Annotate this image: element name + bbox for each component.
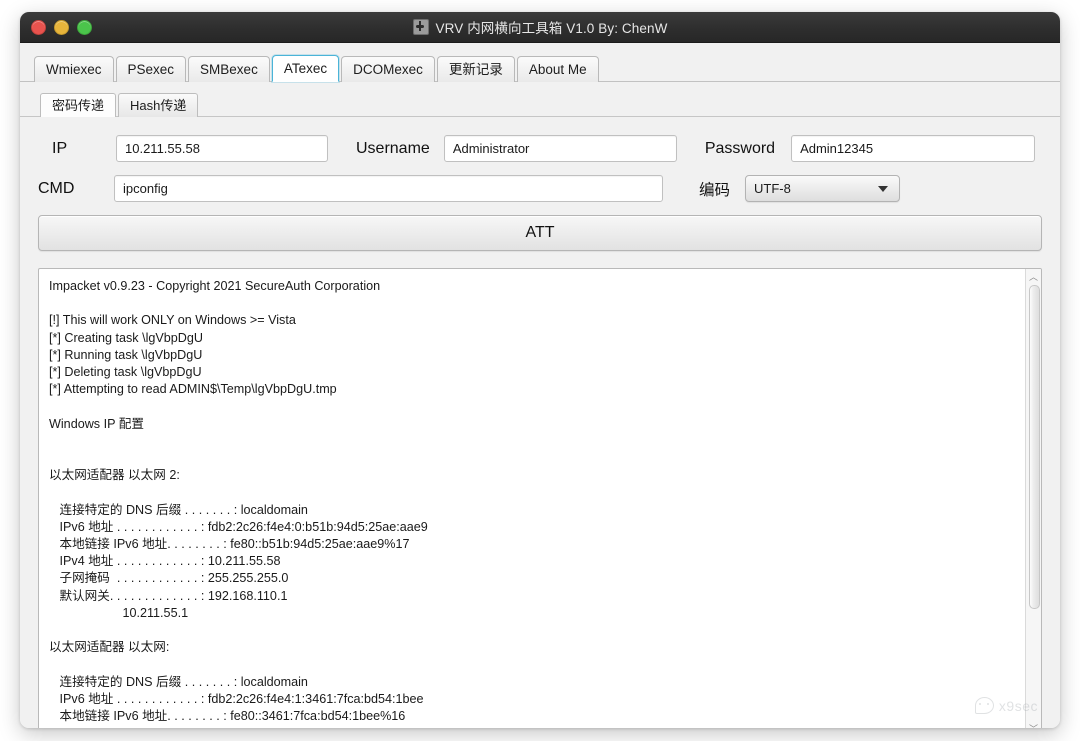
window-controls bbox=[31, 20, 92, 35]
tab-update-log[interactable]: 更新记录 bbox=[437, 56, 515, 82]
scrollbar-thumb[interactable] bbox=[1029, 285, 1040, 609]
minimize-button[interactable] bbox=[54, 20, 69, 35]
connection-form: IP Username Password CMD 编码 bbox=[20, 117, 1060, 202]
output-text[interactable]: Impacket v0.9.23 - Copyright 2021 Secure… bbox=[39, 269, 1025, 728]
encoding-selected-value: UTF-8 bbox=[754, 181, 791, 196]
encoding-label: 编码 bbox=[699, 178, 730, 200]
subtab-password-auth[interactable]: 密码传递 bbox=[40, 93, 116, 117]
scroll-up-arrow-icon[interactable]: ︿ bbox=[1026, 269, 1041, 283]
att-button[interactable]: ATT bbox=[38, 215, 1042, 251]
tab-wmiexec[interactable]: Wmiexec bbox=[34, 56, 114, 82]
main-tabbar: Wmiexec PSexec SMBexec ATexec DCOMexec 更… bbox=[20, 43, 1060, 81]
cmd-input[interactable] bbox=[114, 175, 663, 202]
application-window: VRV 内网横向工具箱 V1.0 By: ChenW Wmiexec PSexe… bbox=[20, 12, 1060, 728]
close-button[interactable] bbox=[31, 20, 46, 35]
sub-tabbar: 密码传递 Hash传递 bbox=[20, 82, 1060, 116]
window-titlebar: VRV 内网横向工具箱 V1.0 By: ChenW bbox=[20, 12, 1060, 43]
tab-smbexec[interactable]: SMBexec bbox=[188, 56, 270, 82]
tab-about-me[interactable]: About Me bbox=[517, 56, 599, 82]
ip-label: IP bbox=[38, 140, 100, 158]
window-title: VRV 内网横向工具箱 V1.0 By: ChenW bbox=[436, 17, 668, 37]
ip-input[interactable] bbox=[116, 135, 328, 162]
app-logo-icon bbox=[413, 19, 429, 35]
form-row-command: CMD 编码 UTF-8 bbox=[38, 175, 1042, 202]
username-input[interactable] bbox=[444, 135, 677, 162]
tab-dcomexec[interactable]: DCOMexec bbox=[341, 56, 435, 82]
output-scrollbar[interactable]: ︿ ﹀ bbox=[1025, 269, 1041, 728]
subtab-hash-auth[interactable]: Hash传递 bbox=[118, 93, 198, 117]
zoom-button[interactable] bbox=[77, 20, 92, 35]
output-console: Impacket v0.9.23 - Copyright 2021 Secure… bbox=[38, 268, 1042, 728]
cmd-label: CMD bbox=[38, 180, 100, 198]
window-body: Wmiexec PSexec SMBexec ATexec DCOMexec 更… bbox=[20, 43, 1060, 728]
form-row-credentials: IP Username Password bbox=[38, 135, 1042, 162]
username-label: Username bbox=[356, 140, 430, 158]
atexec-panel: 密码传递 Hash传递 IP Username Password bbox=[20, 82, 1060, 728]
chevron-down-icon bbox=[878, 186, 888, 192]
scroll-down-arrow-icon[interactable]: ﹀ bbox=[1026, 721, 1041, 728]
tab-atexec[interactable]: ATexec bbox=[272, 55, 339, 82]
window-title-group: VRV 内网横向工具箱 V1.0 By: ChenW bbox=[20, 17, 1060, 37]
tab-psexec[interactable]: PSexec bbox=[116, 56, 187, 82]
screenshot-root: VRV 内网横向工具箱 V1.0 By: ChenW Wmiexec PSexe… bbox=[0, 0, 1080, 741]
encoding-select[interactable]: UTF-8 bbox=[745, 175, 900, 202]
password-input[interactable] bbox=[791, 135, 1035, 162]
password-label: Password bbox=[705, 140, 775, 158]
